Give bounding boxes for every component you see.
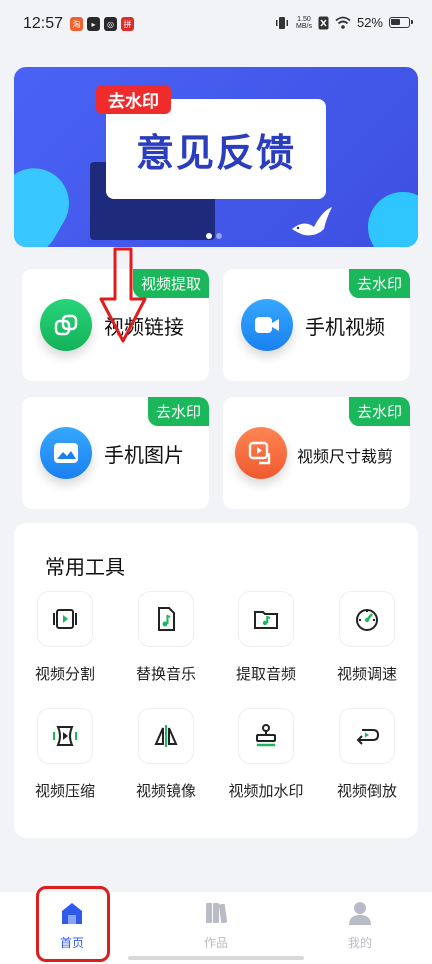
tool-add-watermark[interactable]: 视频加水印 — [216, 708, 316, 801]
pinduoduo-notification-icon: 拼 — [121, 17, 134, 31]
split-video-icon — [37, 591, 93, 647]
image-icon — [40, 427, 92, 479]
tool-label: 视频加水印 — [228, 782, 304, 800]
sim-icon — [318, 16, 329, 29]
tool-label: 视频倒放 — [336, 782, 397, 800]
feature-label: 手机图片 — [104, 443, 184, 467]
feature-label: 视频尺寸裁剪 — [297, 447, 394, 466]
tool-extract-audio[interactable]: 提取音频 — [216, 591, 316, 684]
feature-phone-video[interactable]: 去水印 手机视频 — [223, 269, 410, 381]
compress-video-icon — [37, 708, 93, 764]
home-indicator — [128, 956, 304, 960]
tab-works[interactable]: 作品 — [176, 900, 256, 951]
stamp-icon — [238, 708, 294, 764]
battery-icon — [389, 17, 413, 28]
tool-label: 替换音乐 — [135, 665, 196, 683]
tool-label: 提取音频 — [235, 665, 296, 683]
banner-decoration — [368, 192, 418, 247]
tool-mirror-video[interactable]: 视频镜像 — [116, 708, 216, 801]
status-bar: 12:57 淘 ▸ ◎ 拼 1.50 MB/s 52% — [0, 0, 432, 52]
profile-icon — [349, 902, 371, 925]
feedback-banner[interactable]: 意见反馈 去水印 — [14, 67, 418, 247]
feature-badge: 去水印 — [348, 397, 410, 426]
bird-icon — [292, 207, 332, 236]
tool-reverse-video[interactable]: 视频倒放 — [317, 708, 417, 801]
feature-label: 手机视频 — [305, 315, 385, 339]
play-notification-icon: ▸ — [87, 17, 100, 31]
status-notification-icons: 淘 ▸ ◎ 拼 — [70, 17, 134, 31]
status-time: 12:57 — [23, 15, 64, 32]
tab-label: 作品 — [203, 936, 228, 950]
crop-video-icon — [235, 427, 287, 479]
common-tools-section: 常用工具 视频分割 替换音乐 提取音频 视频调速 视频压缩 视频镜像 视频加水印… — [14, 523, 418, 838]
feature-phone-image[interactable]: 去水印 手机图片 — [22, 397, 209, 509]
section-title: 常用工具 — [45, 555, 125, 579]
tool-label: 视频镜像 — [135, 782, 196, 800]
vibrate-icon — [276, 16, 289, 29]
wifi-icon — [335, 16, 351, 29]
tool-video-speed[interactable]: 视频调速 — [317, 591, 417, 684]
taobao-notification-icon: 淘 — [70, 17, 83, 31]
tool-label: 视频压缩 — [34, 782, 95, 800]
tool-replace-music[interactable]: 替换音乐 — [116, 591, 216, 684]
tool-split-video[interactable]: 视频分割 — [15, 591, 115, 684]
mirror-icon — [138, 708, 194, 764]
feature-video-crop[interactable]: 去水印 视频尺寸裁剪 — [223, 397, 410, 509]
banner-tag: 去水印 — [96, 85, 171, 114]
battery-percent: 52% — [356, 15, 383, 30]
pagination-dot[interactable] — [216, 233, 222, 239]
banner-decoration — [14, 155, 82, 247]
tab-profile[interactable]: 我的 — [320, 900, 400, 951]
tool-label: 视频调速 — [336, 665, 397, 683]
replace-music-icon — [138, 591, 194, 647]
link-icon — [40, 299, 92, 351]
tool-label: 视频分割 — [34, 665, 95, 683]
feature-badge: 去水印 — [348, 269, 410, 298]
tab-label: 我的 — [347, 936, 372, 950]
reverse-icon — [339, 708, 395, 764]
tool-compress-video[interactable]: 视频压缩 — [15, 708, 115, 801]
network-speed: 1.50 MB/s — [296, 15, 312, 30]
speed-icon — [339, 591, 395, 647]
works-icon — [206, 903, 228, 924]
banner-pagination — [206, 233, 222, 239]
feature-badge: 去水印 — [147, 397, 209, 426]
pagination-dot[interactable] — [206, 233, 212, 239]
red-down-arrow-annotation — [99, 247, 147, 343]
extract-audio-icon — [238, 591, 294, 647]
home-tab-highlight-annotation — [36, 886, 110, 962]
app-notification-icon: ◎ — [104, 17, 117, 31]
status-right: 1.50 MB/s 52% — [274, 15, 413, 30]
video-camera-icon — [241, 299, 293, 351]
banner-title: 意见反馈 — [135, 130, 296, 175]
